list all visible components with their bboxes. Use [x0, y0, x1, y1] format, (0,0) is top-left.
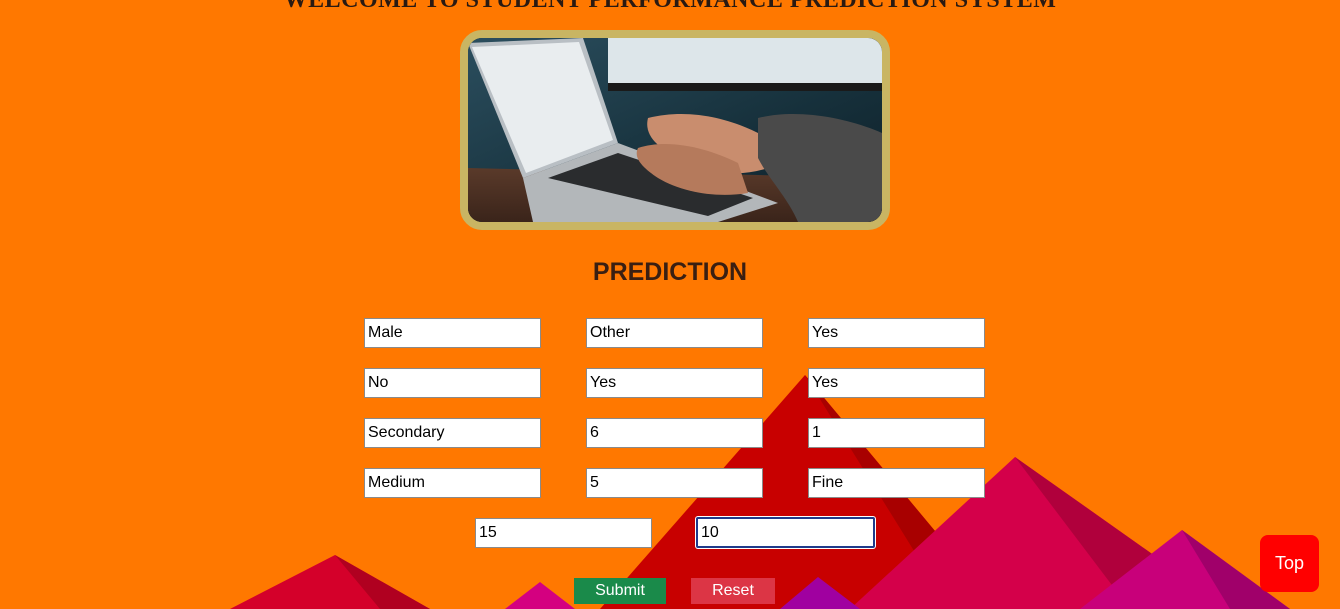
input-field-3[interactable]: [808, 318, 985, 348]
input-field-7[interactable]: [364, 418, 541, 448]
input-field-9[interactable]: [808, 418, 985, 448]
section-title-prediction: PREDICTION: [592, 258, 748, 286]
input-field-2[interactable]: [586, 318, 763, 348]
input-field-10[interactable]: [364, 468, 541, 498]
input-field-5[interactable]: [586, 368, 763, 398]
input-field-14[interactable]: [696, 517, 875, 548]
input-field-4[interactable]: [364, 368, 541, 398]
input-field-13[interactable]: [475, 518, 652, 548]
back-to-top-button[interactable]: Top: [1260, 535, 1319, 592]
input-field-6[interactable]: [808, 368, 985, 398]
reset-button[interactable]: Reset: [691, 578, 775, 604]
input-field-12[interactable]: [808, 468, 985, 498]
page-title: WELCOME TO STUDENT PERFORMANCE PREDICTIO…: [283, 0, 1057, 13]
laptop-typing-image: [468, 38, 882, 222]
input-field-8[interactable]: [586, 418, 763, 448]
input-field-1[interactable]: [364, 318, 541, 348]
input-field-11[interactable]: [586, 468, 763, 498]
hero-image: [460, 30, 890, 230]
submit-button[interactable]: Submit: [574, 578, 666, 604]
